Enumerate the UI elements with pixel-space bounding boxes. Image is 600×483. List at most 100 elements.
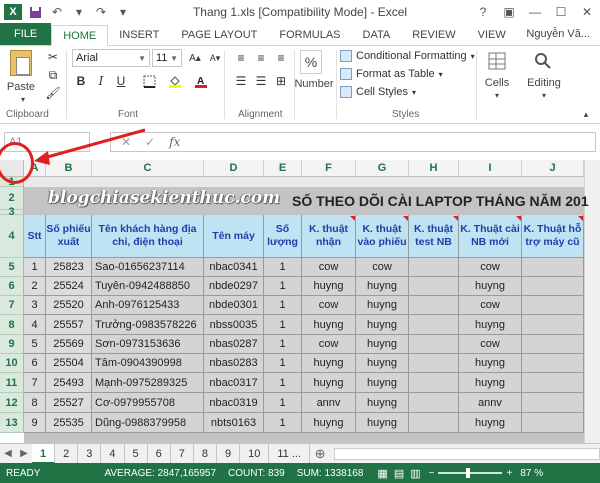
align-middle-icon[interactable]: ≡	[252, 49, 270, 67]
paste-dropdown-icon[interactable]: ▾	[18, 94, 28, 104]
copy-icon[interactable]: ⧉	[44, 66, 62, 84]
row-header[interactable]: 9	[0, 335, 24, 354]
table-cell[interactable]: huyng	[356, 354, 409, 373]
normal-view-icon[interactable]: ▦	[377, 467, 387, 480]
table-cell[interactable]: annv	[302, 393, 356, 413]
table-cell[interactable]: nbac0341	[204, 258, 264, 277]
sheet-tab[interactable]: 2	[55, 443, 79, 464]
table-cell[interactable]	[409, 258, 459, 277]
tab-page-layout[interactable]: PAGE LAYOUT	[170, 25, 268, 45]
tab-data[interactable]: DATA	[352, 25, 402, 45]
table-cell[interactable]: 1	[264, 258, 302, 277]
header-so-phieu[interactable]: Số phiếu xuất	[46, 215, 92, 258]
table-cell[interactable]: cow	[459, 258, 522, 277]
table-cell[interactable]: nbde0301	[204, 296, 264, 315]
table-cell[interactable]: 1	[264, 354, 302, 373]
tab-home[interactable]: HOME	[51, 25, 109, 46]
header-kt-nhan[interactable]: K. thuật nhận	[302, 215, 356, 258]
table-cell[interactable]: huyng	[356, 413, 409, 433]
table-cell[interactable]: huyng	[459, 315, 522, 335]
fill-color-icon[interactable]	[166, 72, 184, 90]
table-cell[interactable]	[409, 315, 459, 335]
tab-review[interactable]: REVIEW	[401, 25, 466, 45]
horizontal-scrollbar[interactable]	[334, 447, 600, 460]
table-cell[interactable]: 3	[24, 296, 46, 315]
column-header-d[interactable]: D	[204, 160, 264, 177]
table-cell[interactable]: huyng	[356, 373, 409, 393]
sheet-tab[interactable]: 5	[125, 443, 148, 464]
row-header[interactable]: 6	[0, 277, 24, 296]
conditional-formatting-button[interactable]: Conditional Formatting ▾	[340, 50, 475, 62]
header-ten-may[interactable]: Tên máy	[204, 215, 264, 258]
table-cell[interactable]: 25524	[46, 277, 92, 296]
add-sheet-icon[interactable]: ⊕	[310, 444, 330, 464]
next-sheet-icon[interactable]: ▶	[16, 448, 32, 459]
column-header-c[interactable]: C	[92, 160, 204, 177]
table-cell[interactable]	[409, 354, 459, 373]
table-cell[interactable]	[522, 393, 584, 413]
zoom-out-icon[interactable]: −	[429, 468, 435, 479]
table-cell[interactable]: Sơn-0973153636	[92, 335, 204, 354]
table-cell[interactable]: Mạnh-0975289325	[92, 373, 204, 393]
column-header-e[interactable]: E	[264, 160, 302, 177]
header-kt-test[interactable]: K. thuật test NB	[409, 215, 459, 258]
table-cell[interactable]: 1	[24, 258, 46, 277]
column-header-j[interactable]: J	[522, 160, 584, 177]
table-cell[interactable]: annv	[459, 393, 522, 413]
minimize-icon[interactable]: —	[522, 0, 548, 24]
header-ten-khach-hang[interactable]: Tên khách hàng địa chỉ, điện thoại	[92, 215, 204, 258]
table-cell[interactable]: 1	[264, 315, 302, 335]
align-top-icon[interactable]: ≡	[232, 49, 250, 67]
table-cell[interactable]: 25535	[46, 413, 92, 433]
sheet-title[interactable]: SỐ THEO DÕI CÀI LAPTOP THÁNG NĂM 201	[292, 193, 589, 209]
italic-button[interactable]: I	[92, 72, 110, 90]
table-cell[interactable]: nbas0287	[204, 335, 264, 354]
table-cell[interactable]: Sao-01656237114	[92, 258, 204, 277]
table-cell[interactable]: huyng	[356, 277, 409, 296]
table-cell[interactable]: 25493	[46, 373, 92, 393]
number-format-button[interactable]: Number	[292, 77, 336, 91]
table-cell[interactable]: huyng	[459, 413, 522, 433]
column-header-f[interactable]: F	[302, 160, 356, 177]
collapse-ribbon-icon[interactable]: ▴	[580, 108, 592, 120]
sheet-tab[interactable]: 9	[217, 443, 241, 464]
table-cell[interactable]	[409, 373, 459, 393]
table-cell[interactable]: huyng	[459, 373, 522, 393]
table-cell[interactable]: 1	[264, 393, 302, 413]
table-cell[interactable]	[522, 335, 584, 354]
table-cell[interactable]: 7	[24, 373, 46, 393]
sheet-tab[interactable]: 1	[32, 443, 56, 464]
table-cell[interactable]	[409, 335, 459, 354]
cut-icon[interactable]: ✂	[44, 48, 62, 66]
row-header[interactable]: 4	[0, 215, 24, 258]
table-cell[interactable]: nbac0317	[204, 373, 264, 393]
editing-button[interactable]: Editing	[524, 76, 564, 90]
table-cell[interactable]: 1	[264, 277, 302, 296]
zoom-in-icon[interactable]: +	[506, 468, 512, 479]
table-cell[interactable]: huyng	[302, 373, 356, 393]
table-cell[interactable]: nbts0163	[204, 413, 264, 433]
table-cell[interactable]: cow	[302, 258, 356, 277]
font-color-icon[interactable]: A	[192, 72, 210, 90]
table-cell[interactable]: cow	[459, 335, 522, 354]
column-header-h[interactable]: H	[409, 160, 459, 177]
table-cell[interactable]: Dũng-0988379958	[92, 413, 204, 433]
table-cell[interactable]: cow	[302, 335, 356, 354]
table-cell[interactable]: Trưởng-0983578226	[92, 315, 204, 335]
table-cell[interactable]: nbas0283	[204, 354, 264, 373]
chevron-down-icon[interactable]: ▾	[539, 90, 549, 100]
table-cell[interactable]	[522, 354, 584, 373]
table-cell[interactable]: huyng	[459, 277, 522, 296]
cells-button[interactable]: Cells	[480, 76, 514, 90]
close-icon[interactable]: ✕	[574, 0, 600, 24]
column-header-b[interactable]: B	[46, 160, 92, 177]
table-cell[interactable]: 6	[24, 354, 46, 373]
format-painter-icon[interactable]: 🖌	[44, 84, 62, 102]
table-cell[interactable]: 4	[24, 315, 46, 335]
table-cell[interactable]: 9	[24, 413, 46, 433]
table-cell[interactable]: Anh-0976125433	[92, 296, 204, 315]
align-left-icon[interactable]: ☰	[232, 72, 250, 90]
header-stt[interactable]: Stt	[24, 215, 46, 258]
table-cell[interactable]: 25557	[46, 315, 92, 335]
table-cell[interactable]: 25520	[46, 296, 92, 315]
